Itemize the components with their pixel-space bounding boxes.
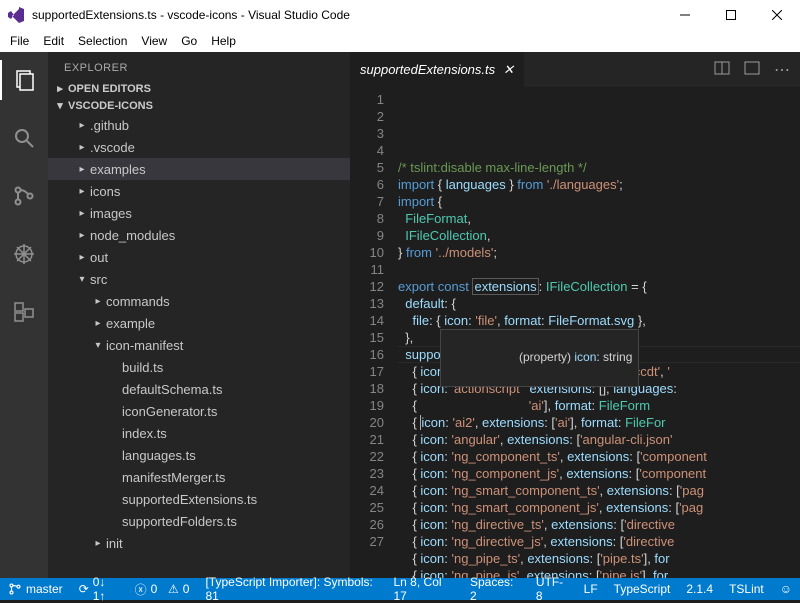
menu-edit[interactable]: Edit xyxy=(37,34,70,48)
section-open-editors[interactable]: ▸OPEN EDITORS xyxy=(48,80,350,97)
editor-group: supportedExtensions.ts ✕ ⋯ 1234567891011… xyxy=(350,52,800,578)
hover-tooltip: (property) icon: string xyxy=(440,329,639,387)
statusbar: master ⟳ 0↓ 1↑ ⓧ 0 ⚠ 0 [TypeScript Impor… xyxy=(0,578,800,600)
menu-help[interactable]: Help xyxy=(205,34,242,48)
window-minimize-button[interactable] xyxy=(662,0,708,30)
activity-extensions-icon[interactable] xyxy=(0,292,48,332)
folder-src[interactable]: ▾src xyxy=(48,268,350,290)
sb-errors[interactable]: ⓧ 0 ⚠ 0 xyxy=(127,578,198,600)
toggle-layout-icon[interactable] xyxy=(744,60,760,80)
section-project[interactable]: ▾VSCODE-ICONS xyxy=(48,97,350,114)
activity-search-icon[interactable] xyxy=(0,118,48,158)
file-tree: ▸.github▸.vscode▸examples▸icons▸images▸n… xyxy=(48,114,350,578)
file-defaultSchema-ts[interactable]: defaultSchema.ts xyxy=(48,378,350,400)
menu-view[interactable]: View xyxy=(135,34,173,48)
window-close-button[interactable] xyxy=(754,0,800,30)
menu-go[interactable]: Go xyxy=(175,34,203,48)
sb-cursor[interactable]: Ln 8, Col 17 xyxy=(386,578,462,600)
sb-branch[interactable]: master xyxy=(0,578,71,600)
sb-sync[interactable]: ⟳ 0↓ 1↑ xyxy=(71,578,127,600)
folder-node_modules[interactable]: ▸node_modules xyxy=(48,224,350,246)
file-manifestMerger-ts[interactable]: manifestMerger.ts xyxy=(48,466,350,488)
code-editor[interactable]: 1234567891011121314151617181920212223242… xyxy=(350,87,800,578)
activity-debug-icon[interactable] xyxy=(0,234,48,274)
folder-examples[interactable]: ▸examples xyxy=(48,158,350,180)
sb-feedback-icon[interactable]: ☺ xyxy=(772,578,800,600)
file-build-ts[interactable]: build.ts xyxy=(48,356,350,378)
editor-tabbar: supportedExtensions.ts ✕ ⋯ xyxy=(350,52,800,87)
sb-version[interactable]: 2.1.4 xyxy=(678,578,721,600)
folder--vscode[interactable]: ▸.vscode xyxy=(48,136,350,158)
folder-images[interactable]: ▸images xyxy=(48,202,350,224)
activity-bar xyxy=(0,52,48,578)
file-index-ts[interactable]: index.ts xyxy=(48,422,350,444)
menu-file[interactable]: File xyxy=(4,34,35,48)
activity-scm-icon[interactable] xyxy=(0,176,48,216)
folder-out[interactable]: ▸out xyxy=(48,246,350,268)
sb-lang[interactable]: TypeScript xyxy=(606,578,679,600)
line-gutter: 1234567891011121314151617181920212223242… xyxy=(350,87,398,578)
sb-ts-importer[interactable]: [TypeScript Importer]: Symbols: 81 xyxy=(197,578,385,600)
sb-encoding[interactable]: UTF-8 xyxy=(528,578,576,600)
window-titlebar: supportedExtensions.ts - vscode-icons - … xyxy=(0,0,800,30)
window-maximize-button[interactable] xyxy=(708,0,754,30)
sb-eol[interactable]: LF xyxy=(576,578,606,600)
window-title: supportedExtensions.ts - vscode-icons - … xyxy=(32,8,662,22)
section-label: OPEN EDITORS xyxy=(68,83,151,95)
section-label: VSCODE-ICONS xyxy=(68,100,153,112)
file-supportedFolders-ts[interactable]: supportedFolders.ts xyxy=(48,510,350,532)
code-content[interactable]: (property) icon: string /* tslint:disabl… xyxy=(398,87,800,578)
sb-spaces[interactable]: Spaces: 2 xyxy=(462,578,528,600)
explorer-sidebar: EXPLORER ▸OPEN EDITORS ▾VSCODE-ICONS ▸.g… xyxy=(48,52,350,578)
menu-selection[interactable]: Selection xyxy=(72,34,133,48)
more-actions-icon[interactable]: ⋯ xyxy=(774,60,790,80)
folder-commands[interactable]: ▸commands xyxy=(48,290,350,312)
folder-icon-manifest[interactable]: ▾icon-manifest xyxy=(48,334,350,356)
folder-example[interactable]: ▸example xyxy=(48,312,350,334)
sidebar-title: EXPLORER xyxy=(48,52,350,80)
folder--github[interactable]: ▸.github xyxy=(48,114,350,136)
folder-init[interactable]: ▸init xyxy=(48,532,350,554)
editor-tab[interactable]: supportedExtensions.ts ✕ xyxy=(350,52,524,87)
file-languages-ts[interactable]: languages.ts xyxy=(48,444,350,466)
close-icon[interactable]: ✕ xyxy=(503,62,514,78)
vscode-logo-icon xyxy=(8,7,24,23)
file-supportedExtensions-ts[interactable]: supportedExtensions.ts xyxy=(48,488,350,510)
folder-icons[interactable]: ▸icons xyxy=(48,180,350,202)
sb-tslint[interactable]: TSLint xyxy=(721,578,772,600)
file-iconGenerator-ts[interactable]: iconGenerator.ts xyxy=(48,400,350,422)
tab-label: supportedExtensions.ts xyxy=(360,62,495,77)
activity-explorer-icon[interactable] xyxy=(0,60,48,100)
menubar: FileEditSelectionViewGoHelp xyxy=(0,30,800,52)
split-editor-icon[interactable] xyxy=(714,60,730,80)
